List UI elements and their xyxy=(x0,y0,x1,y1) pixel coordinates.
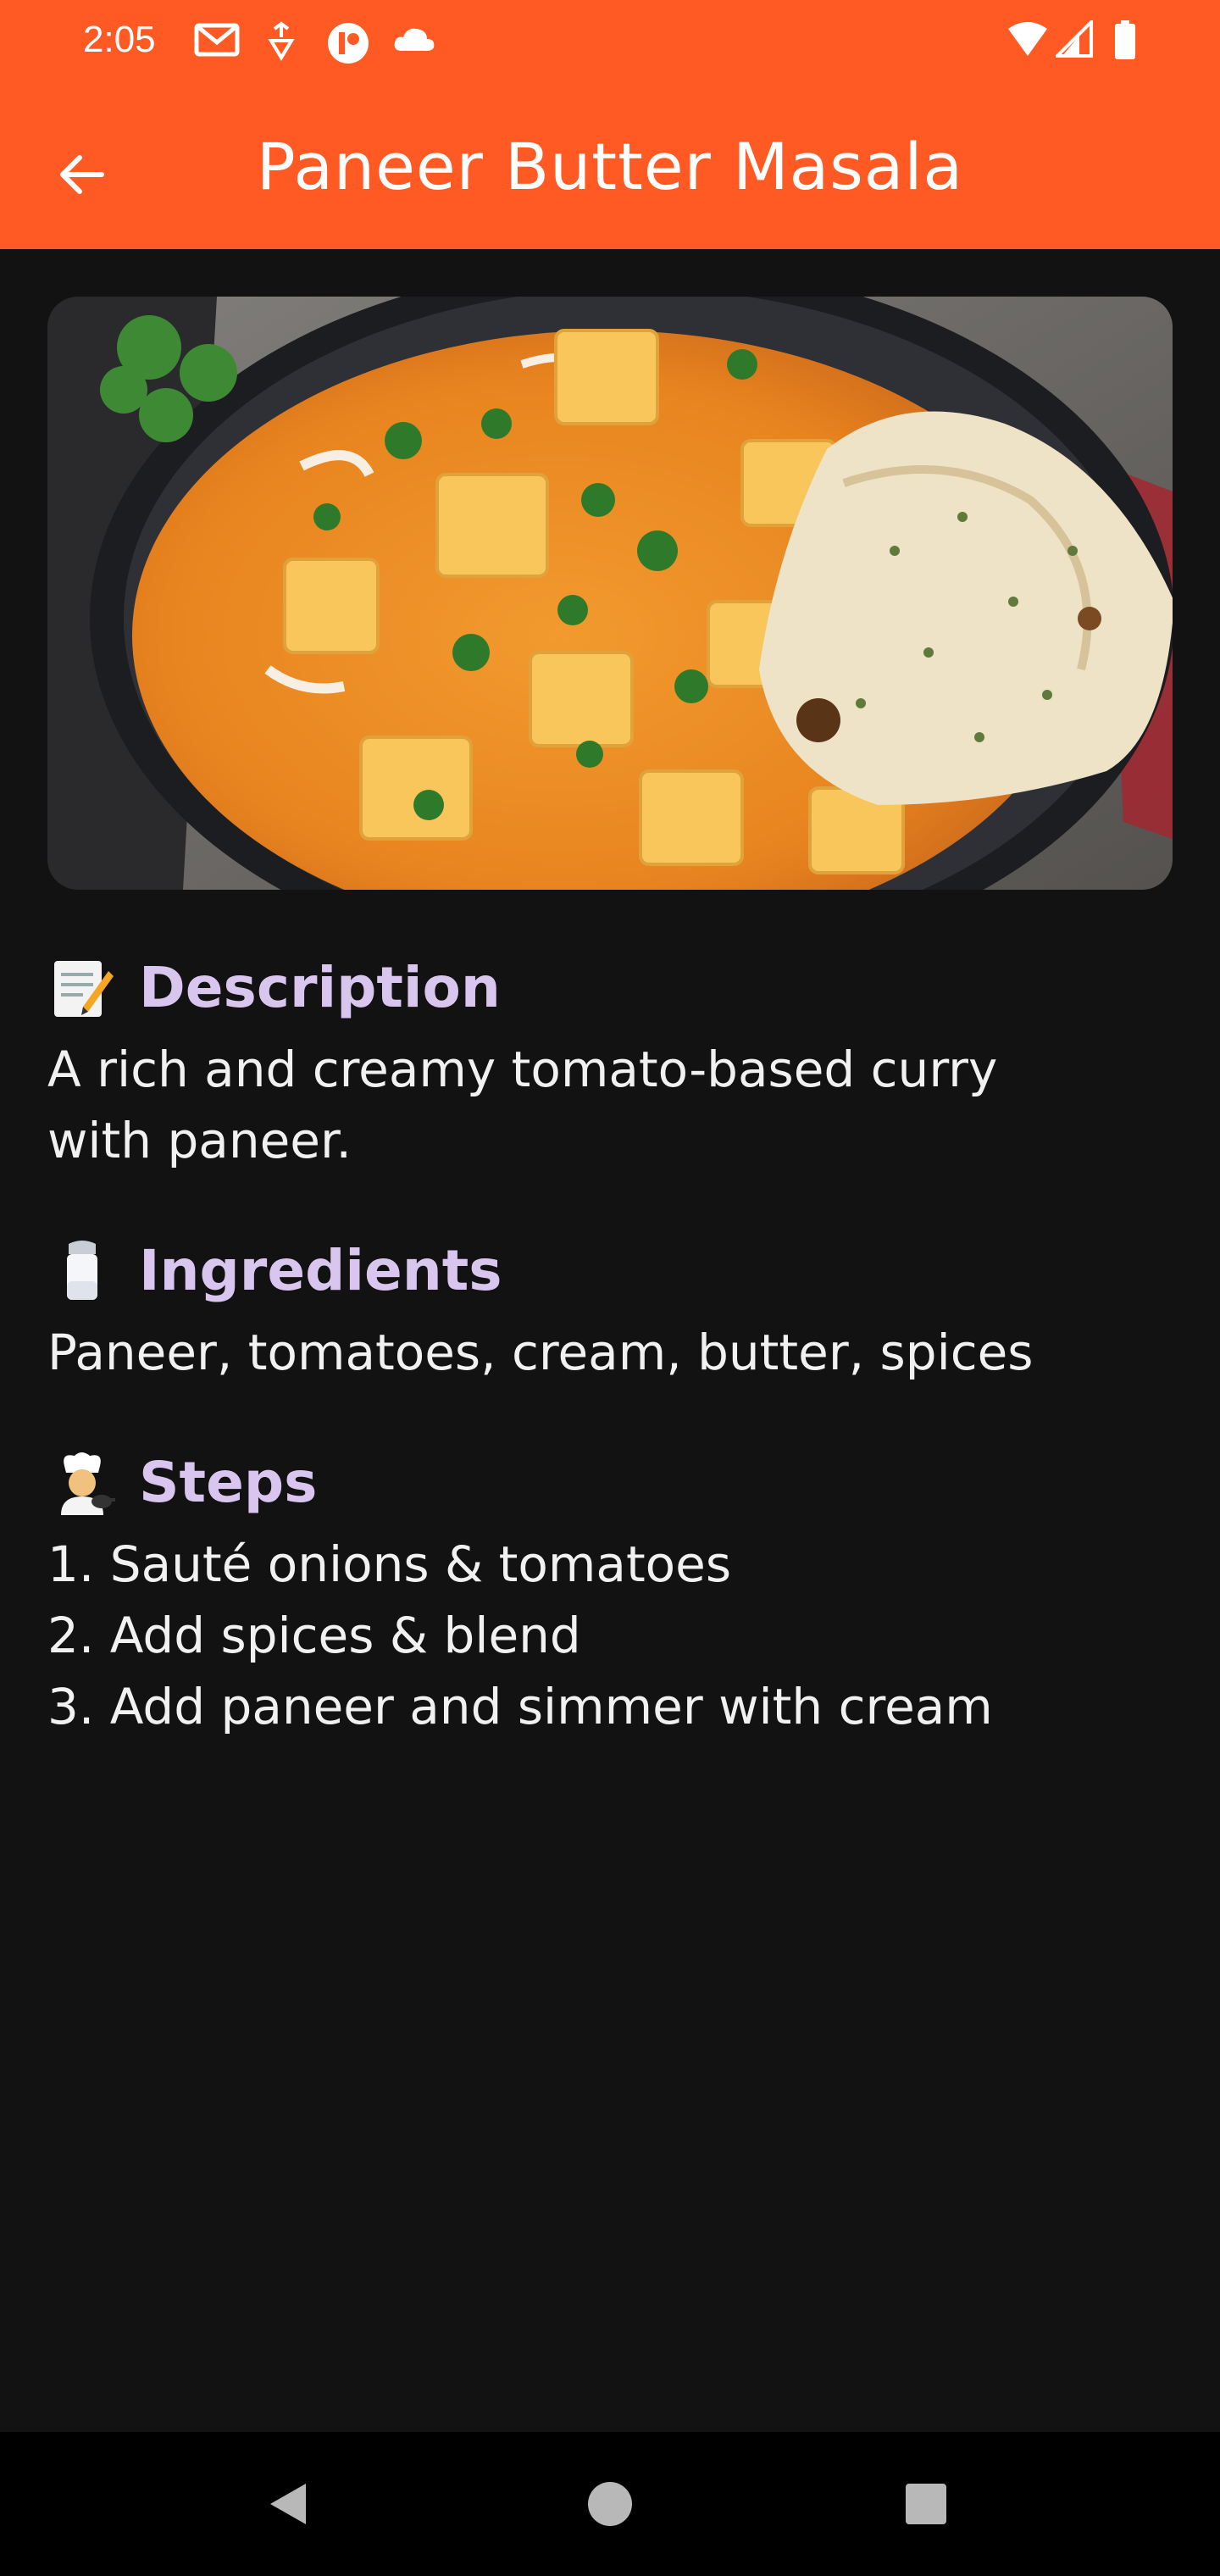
description-text: A rich and creamy tomato-based curry wit… xyxy=(47,1041,998,1169)
step-item: 3. Add paneer and simmer with cream xyxy=(47,1678,993,1735)
page-title: Paneer Butter Masala xyxy=(256,129,964,204)
usb-debug-icon xyxy=(264,20,298,66)
app-bar: 2:05 Paneer Butter Masala xyxy=(0,0,1220,249)
hero-image xyxy=(47,297,1173,890)
status-bar: 2:05 xyxy=(0,0,1220,85)
app-notification-icon xyxy=(325,20,371,69)
steps-heading-text: Steps xyxy=(139,1449,318,1515)
toolbar: Paneer Butter Masala xyxy=(0,102,1220,237)
ingredients-heading: Ingredients xyxy=(47,1224,1174,1317)
home-circle-icon xyxy=(588,2482,632,2526)
memo-icon xyxy=(47,952,117,1022)
step-item: 1. Sauté onions & tomatoes xyxy=(47,1535,732,1593)
ingredients-heading-text: Ingredients xyxy=(139,1237,502,1303)
gmail-icon xyxy=(193,20,241,63)
steps-heading: Steps xyxy=(47,1435,1174,1529)
wifi-icon xyxy=(1006,20,1049,61)
step-item: 2. Add spices & blend xyxy=(47,1607,581,1664)
salt-shaker-icon xyxy=(47,1235,117,1305)
signal-icon xyxy=(1053,18,1093,61)
steps-list: 1. Sauté onions & tomatoes 2. Add spices… xyxy=(47,1529,1174,1742)
description-heading: Description xyxy=(47,941,1174,1034)
recents-square-icon xyxy=(906,2484,946,2524)
back-triangle-icon xyxy=(270,2484,306,2524)
battery-icon xyxy=(1113,20,1137,64)
ingredients-text: Paneer, tomatoes, cream, butter, spices xyxy=(47,1324,1034,1381)
nav-recents-button[interactable] xyxy=(896,2474,956,2534)
system-nav-bar xyxy=(0,2432,1220,2576)
recipe-content: Description A rich and creamy tomato-bas… xyxy=(47,941,1174,1742)
cook-icon xyxy=(47,1447,117,1517)
description-heading-text: Description xyxy=(139,954,501,1020)
cloud-icon xyxy=(391,25,437,58)
status-time: 2:05 xyxy=(83,19,156,60)
nav-home-button[interactable] xyxy=(580,2474,640,2534)
nav-back-button[interactable] xyxy=(259,2474,319,2534)
